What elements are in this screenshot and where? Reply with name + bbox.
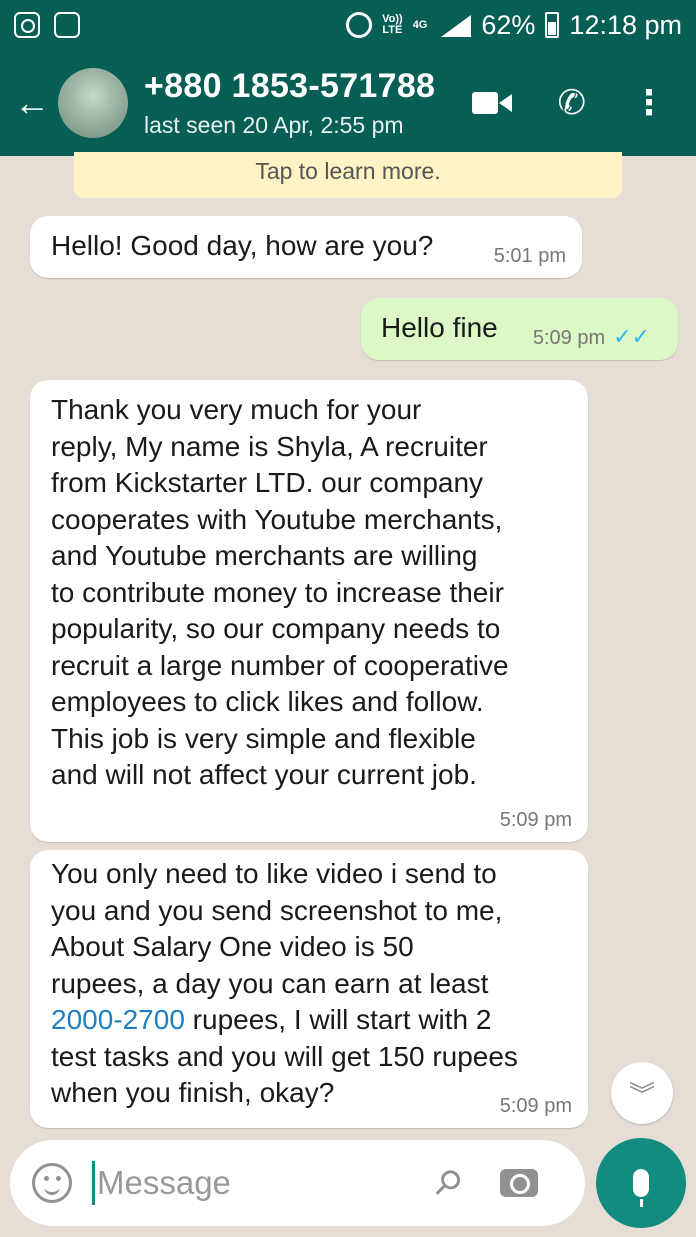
alarm-icon xyxy=(346,12,373,38)
message-incoming[interactable]: You only need to like video i send to yo… xyxy=(30,850,588,1128)
composer: ⚲ xyxy=(10,1140,585,1226)
phone-number-link[interactable]: 2000-2700 xyxy=(51,1004,185,1035)
more-options-icon[interactable]: ⋮ xyxy=(632,86,666,120)
emoji-icon[interactable] xyxy=(32,1163,72,1203)
contact-avatar[interactable] xyxy=(58,68,128,138)
message-text: Hello fine xyxy=(381,312,498,343)
message-time: 5:09 pm xyxy=(532,327,606,349)
video-call-icon[interactable] xyxy=(471,90,512,116)
message-time: 5:09 pm xyxy=(499,1095,572,1117)
signal-icon xyxy=(437,13,472,37)
voice-call-icon[interactable]: ✆ xyxy=(558,83,587,123)
contact-name: +880 1853-571788 xyxy=(144,67,436,105)
message-text: Hello! Good day, how are you? xyxy=(51,230,434,261)
status-bar: Vo)) LTE 4G 62% 12:18 pm xyxy=(0,0,696,50)
message-input[interactable] xyxy=(97,1164,417,1202)
message-text: You only need to like video i send to yo… xyxy=(51,858,518,1108)
chat-header: ← +880 1853-571788 last seen 20 Apr, 2:5… xyxy=(0,50,696,156)
battery-percent: 62% xyxy=(481,9,536,40)
scroll-to-bottom-button[interactable]: ︾ xyxy=(611,1062,673,1124)
instagram-notification-icon xyxy=(14,12,40,38)
text-cursor xyxy=(92,1161,95,1205)
composer-bar: ⚲ xyxy=(0,1138,696,1237)
microphone-icon xyxy=(633,1169,649,1207)
network-type: 4G xyxy=(412,18,428,31)
message-time: 5:01 pm xyxy=(493,245,566,267)
message-incoming[interactable]: Hello! Good day, how are you? 5:01 pm xyxy=(30,216,582,278)
voice-message-button[interactable] xyxy=(596,1138,686,1228)
wifi-notification-icon xyxy=(54,12,80,38)
camera-icon[interactable] xyxy=(499,1169,538,1197)
chevron-double-down-icon: ︾ xyxy=(628,1079,655,1110)
back-arrow-icon[interactable]: ← xyxy=(14,82,58,124)
message-text: Thank you very much for your reply, My n… xyxy=(51,394,509,790)
last-seen: last seen 20 Apr, 2:55 pm xyxy=(144,112,404,138)
battery-icon xyxy=(545,12,560,38)
volte-indicator: Vo)) LTE xyxy=(382,13,403,36)
read-ticks-icon: ✓✓ xyxy=(613,324,650,349)
contact-info[interactable]: +880 1853-571788 last seen 20 Apr, 2:55 … xyxy=(144,67,435,139)
message-time: 5:09 pm xyxy=(499,809,572,831)
clock: 12:18 pm xyxy=(569,9,682,40)
message-incoming[interactable]: Thank you very much for your reply, My n… xyxy=(30,380,588,842)
chat-area[interactable]: Tap to learn more. Hello! Good day, how … xyxy=(0,152,696,1140)
encryption-notice[interactable]: Tap to learn more. xyxy=(74,152,622,198)
message-outgoing[interactable]: Hello fine 5:09 pm ✓✓ xyxy=(361,298,678,360)
attach-icon[interactable]: ⚲ xyxy=(425,1160,471,1206)
